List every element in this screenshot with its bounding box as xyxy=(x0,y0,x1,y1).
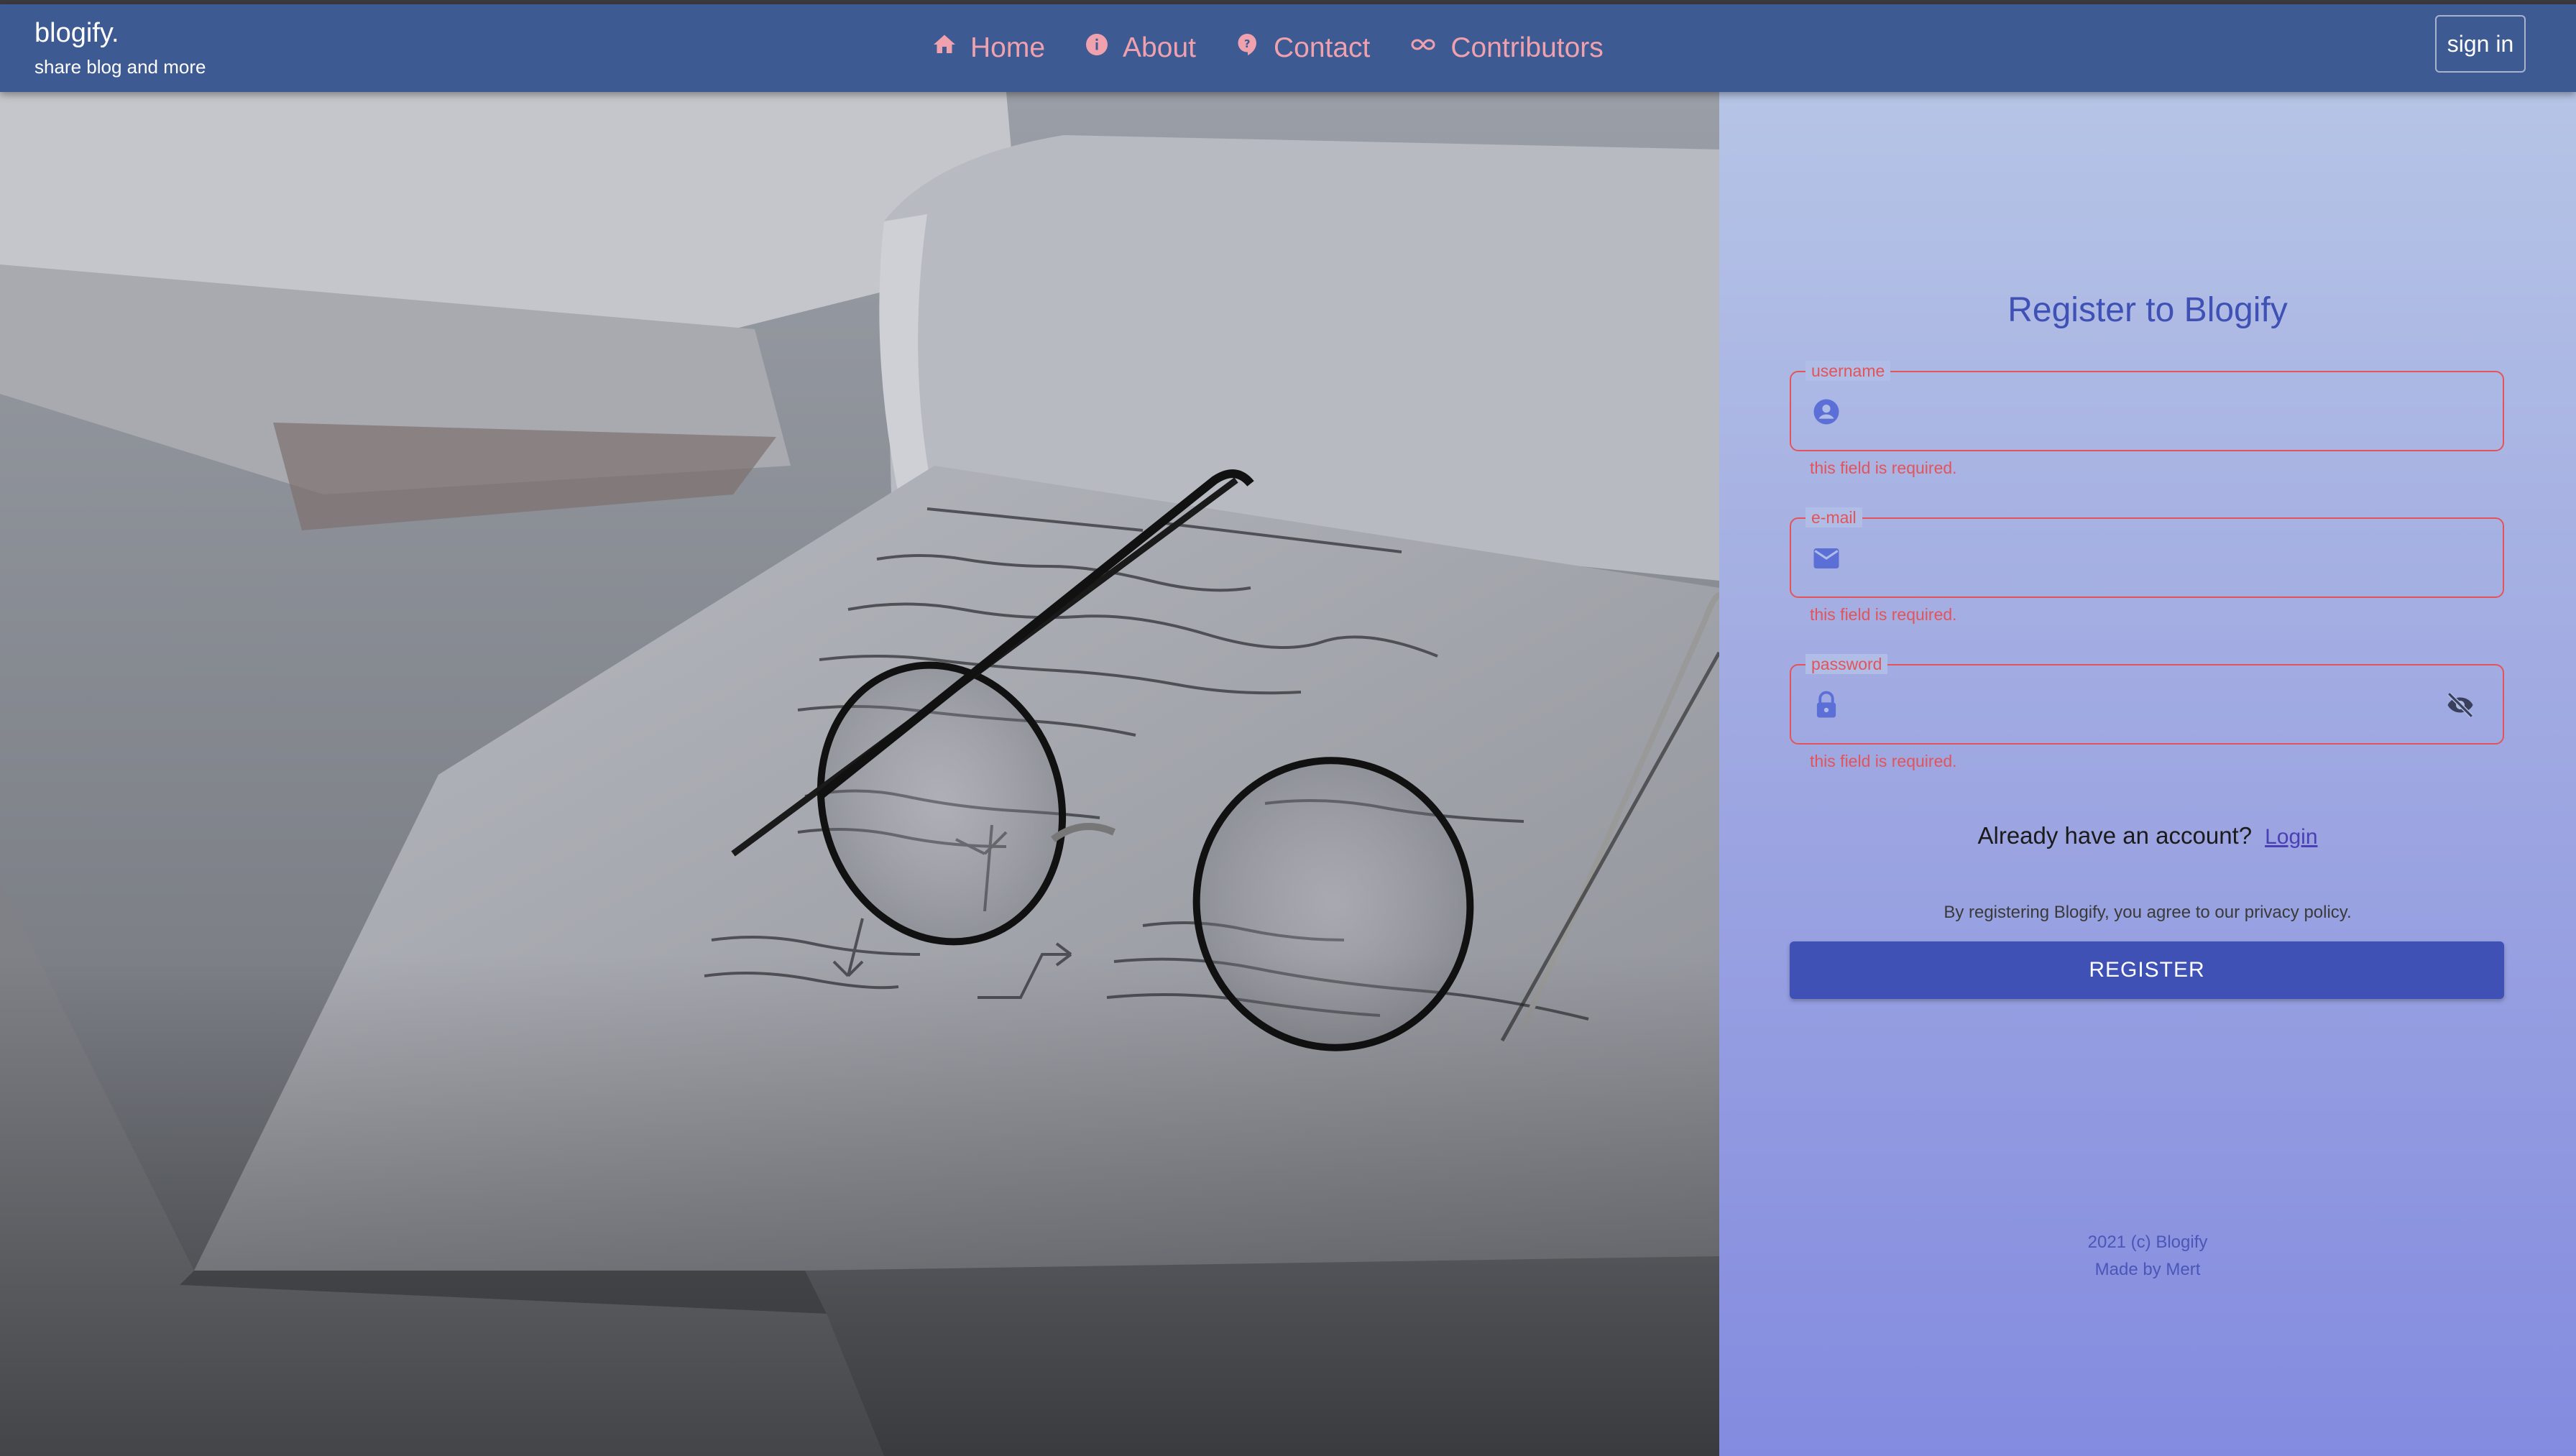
mail-icon xyxy=(1811,543,1841,577)
already-account: Already have an account? Login xyxy=(1719,822,2576,849)
nav-home[interactable]: Home xyxy=(932,32,1045,65)
hero-photo xyxy=(0,92,1719,1456)
lock-icon xyxy=(1811,690,1841,724)
nav-contact-label: Contact xyxy=(1273,32,1371,63)
password-input[interactable] xyxy=(1854,680,2432,732)
main-nav: Home About ? Contact Contributors xyxy=(932,4,1642,92)
nav-contributors-label: Contributors xyxy=(1450,32,1604,63)
help-icon: ? xyxy=(1235,32,1274,65)
footer: 2021 (c) Blogify Made by Mert xyxy=(1719,1229,2576,1284)
hero-photo-image xyxy=(0,92,1719,1456)
login-link[interactable]: Login xyxy=(2265,825,2317,849)
email-input[interactable] xyxy=(1854,533,2432,585)
password-label: password xyxy=(1806,654,1888,674)
brand[interactable]: blogify. share blog and more xyxy=(34,13,206,79)
username-error: this field is required. xyxy=(1810,459,1957,477)
user-circle-icon xyxy=(1811,397,1841,430)
nav-contributors[interactable]: Contributors xyxy=(1409,32,1604,65)
already-account-text: Already have an account? xyxy=(1977,822,2253,849)
brand-title[interactable]: blogify. xyxy=(34,13,206,53)
infinity-icon xyxy=(1409,32,1450,65)
username-field[interactable]: username xyxy=(1790,361,2504,451)
eye-off-icon[interactable] xyxy=(2444,690,2477,724)
footer-author: Made by Mert xyxy=(2094,1260,2201,1279)
home-icon xyxy=(932,32,970,65)
password-error: this field is required. xyxy=(1810,752,1957,770)
username-input[interactable] xyxy=(1854,387,2432,438)
email-label: e-mail xyxy=(1806,507,1862,527)
register-title: Register to Blogify xyxy=(2007,291,2288,329)
register-panel: Register to Blogify username this field … xyxy=(1719,92,2576,1456)
footer-copyright: 2021 (c) Blogify xyxy=(2087,1232,2208,1252)
email-error: this field is required. xyxy=(1810,605,1957,624)
password-field[interactable]: password xyxy=(1790,654,2504,745)
brand-subtitle: share blog and more xyxy=(34,56,206,78)
svg-text:?: ? xyxy=(1244,37,1251,50)
email-field[interactable]: e-mail xyxy=(1790,507,2504,598)
info-icon xyxy=(1084,32,1123,65)
sign-in-button[interactable]: sign in xyxy=(2435,15,2526,73)
app-header: blogify. share blog and more Home About … xyxy=(0,4,2576,92)
nav-contact[interactable]: ? Contact xyxy=(1235,32,1370,65)
nav-about[interactable]: About xyxy=(1084,32,1196,65)
privacy-agreement: By registering Blogify, you agree to our… xyxy=(1944,903,2352,922)
username-label: username xyxy=(1806,361,1891,381)
nav-home-label: Home xyxy=(970,32,1046,63)
nav-about-label: About xyxy=(1123,32,1196,63)
register-button[interactable]: REGISTER xyxy=(1790,941,2504,999)
